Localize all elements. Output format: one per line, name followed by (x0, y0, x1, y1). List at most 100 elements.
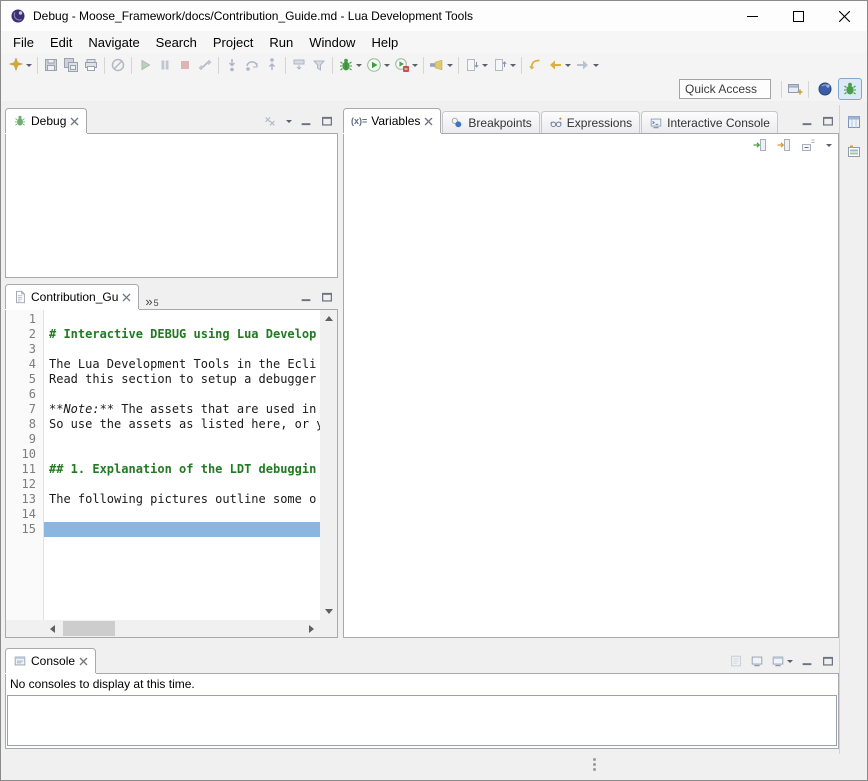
editor-text-area[interactable]: 12# Interactive DEBUG using Lua Develop3… (6, 310, 320, 620)
menu-file[interactable]: File (5, 33, 42, 52)
tab-console[interactable]: Console (5, 648, 96, 673)
dropdown-arrow-icon[interactable] (787, 660, 793, 663)
minimize-view-icon[interactable] (800, 114, 814, 128)
editor-line[interactable]: 9 (6, 432, 320, 447)
editor-line[interactable]: 12 (6, 477, 320, 492)
code-text[interactable] (44, 447, 320, 462)
dropdown-arrow-icon[interactable] (384, 64, 390, 67)
menu-edit[interactable]: Edit (42, 33, 80, 52)
back-button[interactable] (545, 54, 573, 76)
dropdown-arrow-icon[interactable] (356, 64, 362, 67)
open-perspective-button[interactable] (785, 78, 805, 100)
code-text[interactable]: ## 1. Explanation of the LDT debuggin (44, 462, 320, 477)
menu-window[interactable]: Window (301, 33, 363, 52)
code-text[interactable] (44, 507, 320, 522)
previous-annotation-button[interactable] (490, 54, 518, 76)
forward-button[interactable] (573, 54, 601, 76)
editor-line[interactable]: 7**Note:** The assets that are used in (6, 402, 320, 417)
editor-line[interactable]: 2# Interactive DEBUG using Lua Develop (6, 327, 320, 342)
show-type-names-icon[interactable] (776, 137, 792, 153)
console-output-area[interactable] (7, 695, 837, 746)
code-text[interactable] (44, 387, 320, 402)
tab-close-icon[interactable] (70, 117, 79, 126)
dropdown-arrow-icon[interactable] (26, 64, 32, 67)
tab-expressions[interactable]: Expressions (541, 111, 640, 133)
scrollbar-thumb[interactable] (63, 621, 115, 636)
editor-line[interactable]: 1 (6, 312, 320, 327)
editor-line[interactable]: 10 (6, 447, 320, 462)
search-button[interactable] (427, 54, 455, 76)
menu-search[interactable]: Search (148, 33, 205, 52)
drop-to-frame-button[interactable] (289, 54, 309, 76)
dropdown-arrow-icon[interactable] (593, 64, 599, 67)
tab-variables[interactable]: (x)= Variables (343, 108, 441, 133)
minimize-view-icon[interactable] (299, 114, 313, 128)
skip-all-breakpoints-button[interactable] (108, 54, 128, 76)
debug-view-content[interactable] (5, 133, 338, 278)
step-return-button[interactable] (262, 54, 282, 76)
tab-contribution-guide[interactable]: Contribution_Gu (5, 284, 139, 309)
tab-interactive-console[interactable]: Interactive Console (641, 111, 778, 133)
menu-help[interactable]: Help (363, 33, 406, 52)
window-maximize-button[interactable] (775, 1, 821, 31)
maximize-view-icon[interactable] (320, 114, 334, 128)
tab-close-icon[interactable] (424, 117, 433, 126)
editor-line[interactable]: 6 (6, 387, 320, 402)
window-close-button[interactable] (821, 1, 867, 31)
menu-navigate[interactable]: Navigate (80, 33, 147, 52)
tab-breakpoints[interactable]: Breakpoints (442, 111, 539, 133)
display-console-icon[interactable] (750, 654, 764, 668)
variables-tree-area[interactable] (344, 156, 838, 637)
minimized-palette-view-button[interactable] (843, 140, 865, 162)
run-button[interactable] (364, 54, 392, 76)
scroll-left-button[interactable] (44, 620, 61, 637)
suspend-button[interactable] (155, 54, 175, 76)
dropdown-arrow-icon[interactable] (412, 64, 418, 67)
editor-vertical-scrollbar[interactable] (320, 310, 337, 620)
statusbar-grip-handle[interactable] (593, 758, 596, 761)
code-text[interactable] (44, 477, 320, 492)
save-all-button[interactable] (61, 54, 81, 76)
next-annotation-button[interactable] (462, 54, 490, 76)
tab-close-icon[interactable] (122, 293, 131, 302)
last-edit-location-button[interactable] (525, 54, 545, 76)
tab-close-icon[interactable] (79, 657, 88, 666)
minimized-outline-view-button[interactable] (843, 111, 865, 133)
minimize-view-icon[interactable] (800, 654, 814, 668)
tab-debug[interactable]: Debug (5, 108, 87, 133)
step-into-button[interactable] (222, 54, 242, 76)
editor-line[interactable]: 3 (6, 342, 320, 357)
code-text[interactable]: The Lua Development Tools in the Ecli (44, 357, 320, 372)
terminate-button[interactable] (175, 54, 195, 76)
use-step-filters-button[interactable] (309, 54, 329, 76)
disconnect-button[interactable] (195, 54, 215, 76)
print-button[interactable] (81, 54, 101, 76)
maximize-view-icon[interactable] (821, 654, 835, 668)
code-text[interactable] (44, 522, 320, 537)
menu-run[interactable]: Run (261, 33, 301, 52)
maximize-view-icon[interactable] (821, 114, 835, 128)
show-logical-structure-icon[interactable] (752, 137, 768, 153)
code-text[interactable] (44, 432, 320, 447)
new-wizard-button[interactable] (6, 54, 34, 76)
dropdown-arrow-icon[interactable] (565, 64, 571, 67)
dropdown-arrow-icon[interactable] (510, 64, 516, 67)
dropdown-arrow-icon[interactable] (447, 64, 453, 67)
perspective-debug-button[interactable] (838, 78, 862, 100)
perspective-lua-button[interactable] (814, 78, 836, 100)
collapse-all-icon[interactable] (800, 137, 816, 153)
open-console-button[interactable] (771, 654, 793, 668)
editor-line[interactable]: 4The Lua Development Tools in the Ecli (6, 357, 320, 372)
code-text[interactable]: # Interactive DEBUG using Lua Develop (44, 327, 320, 342)
code-text[interactable]: The following pictures outline some o (44, 492, 320, 507)
view-menu-icon[interactable] (286, 120, 292, 123)
code-text[interactable]: Read this section to setup a debugger (44, 372, 320, 387)
pin-console-icon[interactable] (729, 654, 743, 668)
editor-tab-overflow-button[interactable]: » 5 (140, 296, 163, 309)
save-button[interactable] (41, 54, 61, 76)
minimize-view-icon[interactable] (299, 290, 313, 304)
external-tools-button[interactable] (392, 54, 420, 76)
editor-line[interactable]: 14 (6, 507, 320, 522)
remove-all-terminated-icon[interactable] (263, 114, 277, 128)
scroll-right-button[interactable] (303, 620, 320, 637)
